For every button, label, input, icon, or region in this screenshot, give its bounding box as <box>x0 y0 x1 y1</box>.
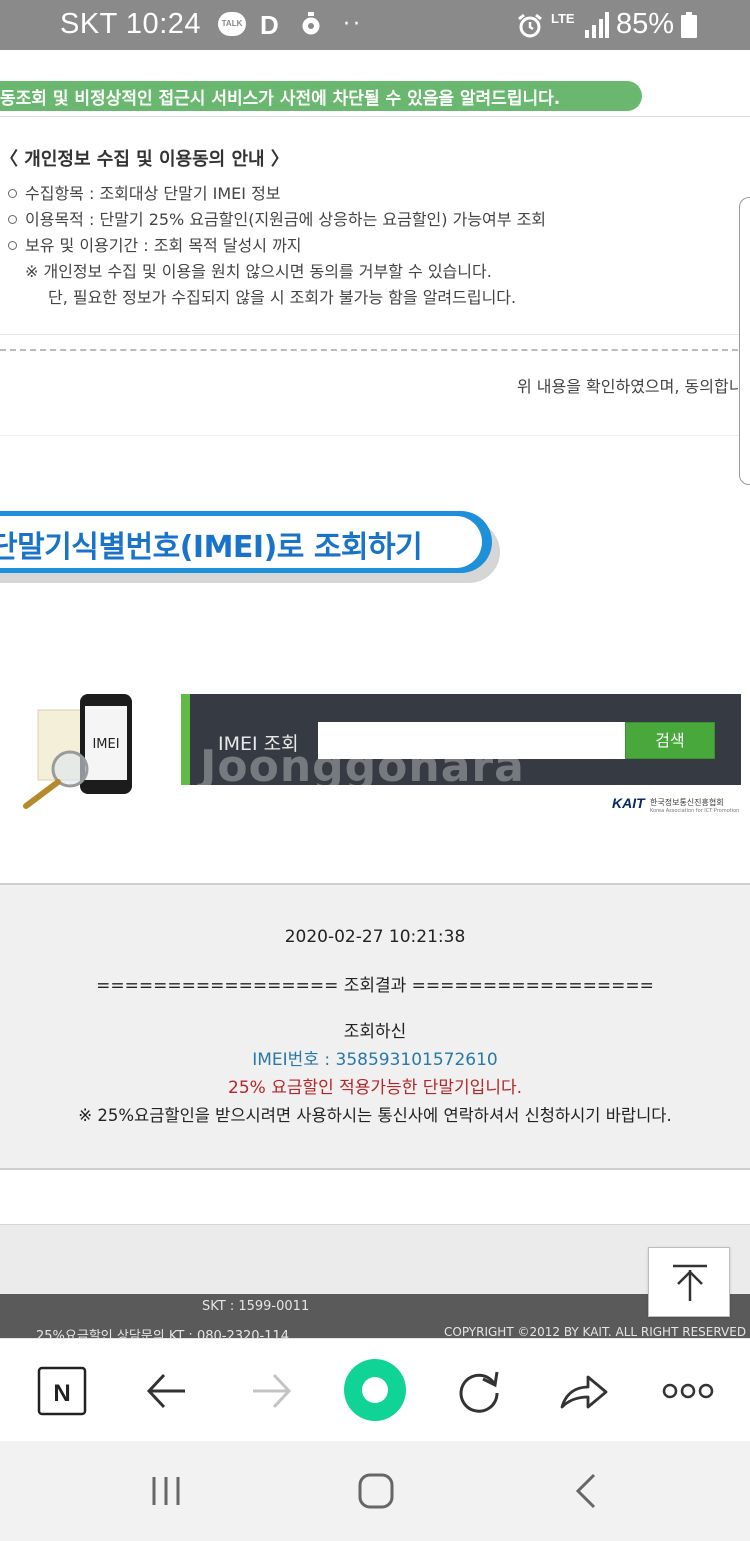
green-dot-icon <box>344 1359 406 1421</box>
bullet-icon <box>8 189 17 198</box>
share-icon <box>560 1375 608 1409</box>
divider <box>0 435 750 436</box>
privacy-note-continued: 단, 필요한 정보가 수집되지 않을 시 조회가 불가능 함을 알려드립니다. <box>48 288 517 307</box>
edge-panel-handle[interactable] <box>739 197 750 485</box>
back-button[interactable] <box>137 1361 197 1421</box>
browser-toolbar: N <box>0 1338 750 1441</box>
home-icon <box>358 1473 394 1509</box>
result-imei: IMEI번호 : 358593101572610 <box>252 1050 498 1070</box>
battery-percent: 85% <box>616 8 675 40</box>
privacy-item: 수집항목 : 조회대상 단말기 IMEI 정보 <box>8 180 281 204</box>
recent-apps-icon <box>152 1477 180 1505</box>
reload-button[interactable] <box>449 1361 509 1421</box>
notice-banner: 동조회 및 비정상적인 접근시 서비스가 사전에 차단될 수 있음을 알려드립니… <box>0 81 642 111</box>
recent-apps-button[interactable] <box>144 1469 188 1513</box>
divider <box>0 334 750 335</box>
search-button[interactable]: 검색 <box>625 722 715 759</box>
ring-app-icon <box>302 12 320 35</box>
bullet-icon <box>8 241 17 250</box>
result-status: 25% 요금할인 적용가능한 단말기입니다. <box>228 1078 522 1098</box>
footer-spacer <box>0 1224 750 1294</box>
footer-skt-contact: SKT : 1599-0011 <box>202 1299 310 1314</box>
privacy-item: 보유 및 이용기간 : 조회 목적 달성시 까지 <box>8 232 302 256</box>
imei-section-title: 단말기식별번호(IMEI)로 조회하기 <box>0 530 423 565</box>
privacy-item-text: 수집항목 : 조회대상 단말기 IMEI 정보 <box>25 184 281 203</box>
reload-icon <box>459 1371 499 1413</box>
kait-mark: KAIT <box>612 795 645 811</box>
arrow-up-icon <box>673 1264 707 1301</box>
battery-icon <box>681 12 697 38</box>
result-label: 조회하신 <box>343 1022 407 1042</box>
arrow-right-icon <box>253 1373 292 1409</box>
imei-search-label: IMEI 조회 <box>218 733 299 755</box>
kait-name: 한국정보통신진흥협회 <box>650 798 724 807</box>
more-dots-icon <box>662 1383 714 1399</box>
divider <box>0 116 750 117</box>
notice-banner-text: 동조회 및 비정상적인 접근시 서비스가 사전에 차단될 수 있음을 알려드립니… <box>0 89 561 109</box>
imei-search-input[interactable] <box>318 722 625 759</box>
home-button[interactable] <box>354 1469 398 1513</box>
privacy-item: 이용목적 : 단말기 25% 요금할인(지원금에 상응하는 요금할인) 가능여부… <box>8 206 546 230</box>
footer-kt-contact: 25%요금할인 상담문의 KT : 080-2320-114 <box>36 1329 290 1338</box>
green-dot-button[interactable] <box>343 1358 407 1422</box>
system-back-button[interactable] <box>566 1469 610 1513</box>
privacy-note: ※ 개인정보 수집 및 이용을 원치 않으시면 동의를 거부할 수 있습니다. <box>25 262 492 281</box>
more-notifications-icon: ·· <box>343 12 363 37</box>
system-navigation-bar <box>0 1441 750 1541</box>
more-menu-button[interactable] <box>658 1361 718 1421</box>
kait-logo: KAIT 한국정보통신진흥협회 Korea Association for IC… <box>612 793 742 823</box>
result-separator: ================= 조회결과 ================= <box>96 976 654 996</box>
share-button[interactable] <box>554 1361 614 1421</box>
privacy-item-text: 이용목적 : 단말기 25% 요금할인(지원금에 상응하는 요금할인) 가능여부… <box>25 210 547 229</box>
imei-phone-illustration: IMEI <box>23 694 132 809</box>
site-footer: SKT : 1599-0011 25%요금할인 상담문의 KT : 080-23… <box>0 1294 750 1338</box>
result-note: ※ 25%요금할인을 받으시려면 사용하시는 통신사에 연락하셔서 신청하시기 … <box>78 1106 672 1125</box>
talk-badge: TALK <box>221 19 243 28</box>
alarm-icon <box>518 13 542 38</box>
chevron-left-icon <box>575 1473 596 1509</box>
kait-subtitle: Korea Association for ICT Promotion <box>650 808 740 814</box>
footer-copyright: COPYRIGHT ©2012 BY KAIT. ALL RIGHT RESER… <box>444 1325 747 1338</box>
naver-label: N <box>53 1380 70 1407</box>
dashed-divider <box>0 349 738 351</box>
phone-screen-label: IMEI <box>92 737 119 752</box>
kakaotalk-icon: TALK <box>218 12 246 36</box>
agree-text: 위 내용을 확인하였으며, 동의합니다 <box>517 377 738 396</box>
lte-icon: LTE <box>551 11 575 26</box>
naver-n-icon: N <box>37 1366 87 1416</box>
carrier-time: SKT 10:24 <box>60 8 202 40</box>
privacy-item-text: 보유 및 이용기간 : 조회 목적 달성시 까지 <box>25 236 302 255</box>
result-datetime: 2020-02-27 10:21:38 <box>284 927 466 947</box>
scroll-to-top-button[interactable] <box>648 1247 730 1317</box>
bullet-icon <box>8 215 17 224</box>
status-bar: SKT 10:24 TALK D ·· LTE 85% <box>0 0 750 50</box>
signal-icon <box>585 12 609 38</box>
naver-home-button[interactable]: N <box>32 1361 92 1421</box>
imei-section-header: 단말기식별번호(IMEI)로 조회하기 <box>0 511 500 583</box>
d-app-icon: D <box>260 10 279 40</box>
privacy-notice-title: 〈 개인정보 수집 및 이용동의 안내 〉 <box>0 149 289 170</box>
arrow-left-icon <box>146 1373 185 1409</box>
forward-button[interactable] <box>241 1361 301 1421</box>
